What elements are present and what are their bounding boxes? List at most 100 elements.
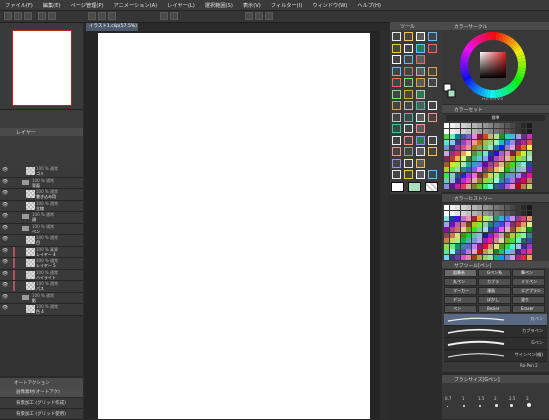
brush-size-label[interactable]: 0.7 <box>445 396 451 401</box>
color-swatch[interactable] <box>493 210 499 216</box>
color-swatch[interactable] <box>493 205 499 210</box>
color-swatch[interactable] <box>515 205 521 210</box>
color-swatch[interactable] <box>460 145 466 150</box>
color-swatch[interactable] <box>482 128 488 134</box>
color-swatch[interactable] <box>526 216 532 221</box>
menu-help[interactable]: ヘルプ(H) <box>352 2 386 9</box>
color-swatch[interactable] <box>477 210 482 216</box>
color-swatch[interactable] <box>482 123 488 128</box>
subtool-group-airbrush[interactable]: エアブラシ <box>512 287 545 295</box>
color-swatch[interactable] <box>449 167 455 172</box>
color-swatch[interactable] <box>471 123 477 128</box>
fill-icon[interactable] <box>416 66 425 76</box>
color-swatch[interactable] <box>504 145 510 150</box>
color-swatch[interactable] <box>444 150 449 156</box>
color-swatch[interactable] <box>504 221 510 227</box>
color-swatch[interactable] <box>466 172 471 178</box>
color-swatch[interactable] <box>499 150 504 156</box>
color-swatch[interactable] <box>504 249 510 254</box>
color-swatch[interactable] <box>510 161 515 167</box>
move-icon[interactable] <box>404 101 413 110</box>
color-swatch[interactable] <box>504 227 510 232</box>
color-swatch[interactable] <box>460 172 466 178</box>
menu-animation[interactable]: アニメーション(A) <box>109 2 163 9</box>
subtool-group-brushpen[interactable]: 筆ペン <box>512 269 545 277</box>
color-swatch[interactable] <box>526 172 532 178</box>
color-swatch[interactable] <box>488 243 493 249</box>
color-swatch[interactable] <box>455 172 460 178</box>
color-swatch[interactable] <box>493 123 499 128</box>
color-swatch[interactable] <box>466 150 471 156</box>
color-swatch[interactable] <box>510 134 515 139</box>
color-swatch[interactable] <box>515 172 521 178</box>
brush-size-label[interactable]: 2 <box>494 396 497 401</box>
balloon-icon[interactable] <box>392 89 401 99</box>
color-swatch[interactable] <box>471 145 477 150</box>
snap-special-icon[interactable] <box>265 12 273 20</box>
color-swatch[interactable] <box>449 205 455 210</box>
color-swatch[interactable] <box>466 145 471 150</box>
color-swatch[interactable] <box>493 178 499 183</box>
color-swatch[interactable] <box>521 232 526 238</box>
color-swatch[interactable] <box>515 139 521 145</box>
color-swatch[interactable] <box>510 238 515 243</box>
decoration-icon[interactable] <box>416 55 425 64</box>
menu-filter[interactable]: フィルター(I) <box>266 2 307 9</box>
ruler-icon[interactable] <box>416 78 425 87</box>
color-swatch[interactable] <box>504 232 510 238</box>
subtool-group-kabura[interactable]: カブラ <box>478 278 511 286</box>
color-swatch[interactable] <box>477 254 482 260</box>
color-swatch[interactable] <box>466 167 471 172</box>
color-swatch[interactable] <box>526 249 532 254</box>
brush-size-label[interactable]: 3 <box>526 396 529 401</box>
color-swatch[interactable] <box>455 134 460 139</box>
subtool-group-pen[interactable]: ペン <box>444 305 477 313</box>
eye-icon[interactable]: 👁 <box>2 271 8 277</box>
color-swatch[interactable] <box>504 254 510 260</box>
color-swatch[interactable] <box>460 238 466 243</box>
color-swatch[interactable] <box>466 134 471 139</box>
clear-icon[interactable] <box>88 12 96 20</box>
color-swatch[interactable] <box>449 178 455 183</box>
color-swatch[interactable] <box>493 183 499 189</box>
color-swatch[interactable] <box>493 128 499 134</box>
color-swatch[interactable] <box>471 238 477 243</box>
color-swatch[interactable] <box>493 134 499 139</box>
color-swatch[interactable] <box>449 238 455 243</box>
color-swatch[interactable] <box>455 232 460 238</box>
subtool-group-fill[interactable]: 塗り <box>512 296 545 304</box>
color-swatch[interactable] <box>521 172 526 178</box>
color-swatch[interactable] <box>521 178 526 183</box>
color-swatch[interactable] <box>510 249 515 254</box>
color-swatch[interactable] <box>471 216 477 221</box>
eye-icon[interactable]: 👁 <box>2 179 8 185</box>
transform-icon[interactable] <box>108 12 116 20</box>
color-swatch[interactable] <box>526 232 532 238</box>
color-swatch[interactable] <box>482 161 488 167</box>
rotate-icon[interactable] <box>160 12 168 20</box>
color-swatch[interactable] <box>477 249 482 254</box>
airbrush-icon[interactable] <box>404 124 413 133</box>
color-swatch[interactable] <box>488 178 493 183</box>
color-swatch[interactable] <box>477 183 482 189</box>
color-swatch[interactable] <box>471 167 477 172</box>
color-swatch[interactable] <box>510 172 515 178</box>
color-swatch[interactable] <box>466 183 471 189</box>
color-swatch[interactable] <box>499 183 504 189</box>
color-swatch[interactable] <box>499 128 504 134</box>
eyedropper-icon[interactable] <box>404 43 413 53</box>
color-swatch[interactable] <box>510 243 515 249</box>
color-swatch[interactable] <box>471 254 477 260</box>
color-swatch[interactable] <box>521 123 526 128</box>
eye-icon[interactable]: 👁 <box>2 260 8 265</box>
color-swatch[interactable] <box>455 150 460 156</box>
zoom-icon[interactable] <box>392 170 401 179</box>
color-swatch[interactable] <box>477 167 482 172</box>
color-swatch[interactable] <box>482 150 488 156</box>
color-swatch[interactable] <box>526 183 532 189</box>
canvas-tab[interactable]: イラスト1.clip(57.5%) × <box>86 23 138 37</box>
color-swatch[interactable] <box>526 128 532 134</box>
color-swatch[interactable] <box>460 254 466 260</box>
color-swatch[interactable] <box>499 227 504 232</box>
color-swatch[interactable] <box>499 139 504 145</box>
